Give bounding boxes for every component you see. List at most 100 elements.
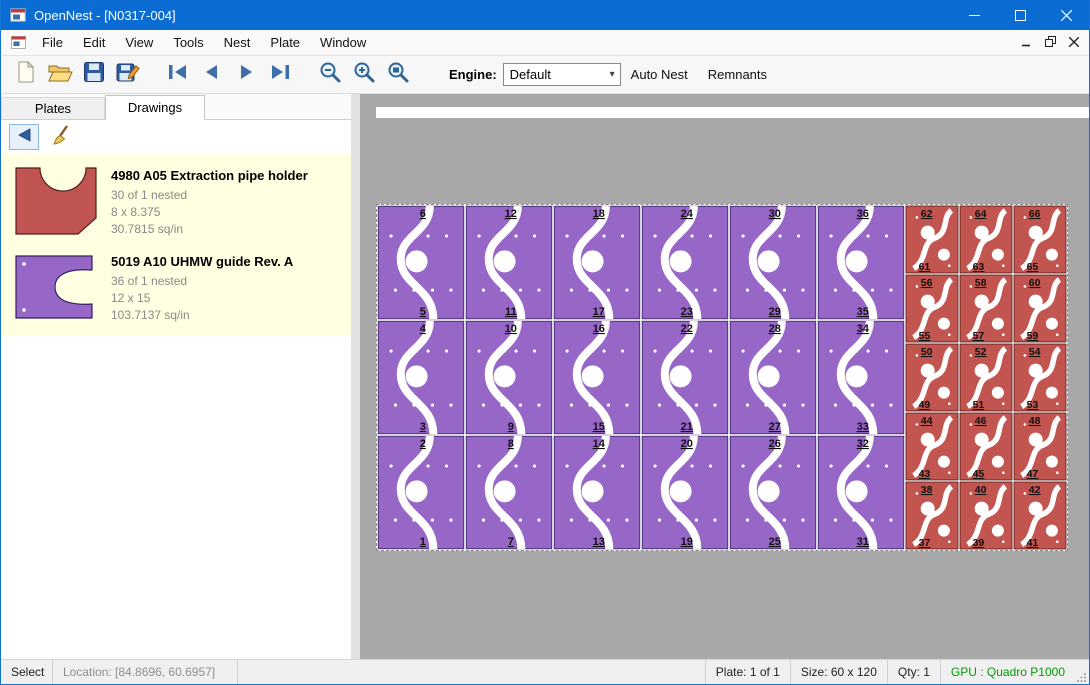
menu-tools[interactable]: Tools — [163, 31, 213, 54]
zoom-fit-button[interactable] — [381, 59, 415, 91]
nested-part-pair-red[interactable]: 4847 — [1014, 413, 1066, 480]
nested-part-pair-purple[interactable]: 2221 — [642, 321, 728, 434]
nested-part-pair-red[interactable]: 62 61 — [906, 206, 958, 273]
menu-plate[interactable]: Plate — [260, 31, 310, 54]
resize-grip[interactable] — [1075, 660, 1089, 684]
nested-part-pair-purple[interactable]: 2423 — [642, 206, 728, 319]
nested-part-pair-purple[interactable]: 21 — [378, 436, 464, 549]
menu-file[interactable]: File — [32, 31, 73, 54]
nested-part-pair-purple[interactable]: 3433 — [818, 321, 904, 434]
nested-part-pair-purple[interactable]: 65 — [378, 206, 464, 319]
part-number: 7 — [508, 536, 514, 548]
nested-part-pair-red[interactable]: 3837 — [906, 482, 958, 549]
nested-part-pair-purple[interactable]: 1817 — [554, 206, 640, 319]
nested-part-pair-red[interactable]: 5251 — [960, 344, 1012, 411]
part-number: 57 — [973, 330, 985, 342]
part-number: 30 — [769, 208, 781, 220]
part-number: 31 — [857, 536, 869, 548]
part-number: 48 — [1029, 415, 1041, 427]
nested-part-pair-purple[interactable]: 43 — [378, 321, 464, 434]
new-button[interactable] — [9, 59, 43, 91]
part-number: 24 — [681, 208, 694, 220]
nested-part-pair-purple[interactable]: 3029 — [730, 206, 816, 319]
nested-part-pair-purple[interactable]: 87 — [466, 436, 552, 549]
plate[interactable]: 6512111817242330293635431091615222128273… — [376, 204, 1068, 551]
open-button[interactable] — [43, 59, 77, 91]
part-number: 41 — [1027, 537, 1039, 549]
nested-part-pair-purple[interactable]: 3635 — [818, 206, 904, 319]
mdi-close-button[interactable] — [1069, 34, 1079, 52]
drawing-list-item[interactable]: 5019 A10 UHMW guide Rev. A 36 of 1 neste… — [1, 244, 351, 330]
tab-plates[interactable]: Plates — [1, 97, 105, 119]
drawing-list-item[interactable]: 4980 A05 Extraction pipe holder 30 of 1 … — [1, 158, 351, 244]
zoom-in-button[interactable] — [347, 59, 381, 91]
drawings-toolbar — [1, 120, 351, 154]
save-button[interactable] — [77, 59, 111, 91]
close-button[interactable] — [1043, 0, 1089, 30]
nav-last-button[interactable] — [263, 59, 297, 91]
nested-part-pair-red[interactable]: 4241 — [1014, 482, 1066, 549]
title-bar: OpenNest - [N0317-004] — [1, 0, 1089, 30]
nested-part-pair-red[interactable]: 4443 — [906, 413, 958, 480]
nested-part-pair-red[interactable]: 5453 — [1014, 344, 1066, 411]
clean-button[interactable] — [47, 124, 77, 150]
panel-tabstrip: Plates Drawings — [1, 94, 351, 120]
menu-view[interactable]: View — [115, 31, 163, 54]
chevron-down-icon[interactable]: ▾ — [610, 69, 620, 80]
blue-arrow-left-icon — [14, 126, 34, 149]
nested-part-pair-purple[interactable]: 109 — [466, 321, 552, 434]
nested-part-pair-red[interactable]: 5049 — [906, 344, 958, 411]
nested-part-pair-red[interactable]: 6665 — [1014, 206, 1066, 273]
part-number: 6 — [420, 208, 426, 220]
mdi-minimize-button[interactable] — [1022, 34, 1032, 52]
nested-part-pair-purple[interactable]: 1615 — [554, 321, 640, 434]
nav-first-button[interactable] — [161, 59, 195, 91]
reload-drawings-button[interactable] — [9, 124, 39, 150]
nested-part-pair-purple[interactable]: 1413 — [554, 436, 640, 549]
nested-part-pair-purple[interactable]: 2827 — [730, 321, 816, 434]
zoom-out-button[interactable] — [313, 59, 347, 91]
nested-part-pair-purple[interactable]: 1211 — [466, 206, 552, 319]
nested-part-pair-purple[interactable]: 2019 — [642, 436, 728, 549]
part-number: 56 — [921, 277, 933, 289]
nest-canvas[interactable]: 6512111817242330293635431091615222128273… — [360, 94, 1089, 659]
mdi-restore-button[interactable] — [1045, 34, 1056, 52]
nested-part-pair-red[interactable]: 4039 — [960, 482, 1012, 549]
part-number: 61 — [919, 261, 931, 273]
nested-part-pair-purple[interactable]: 2625 — [730, 436, 816, 549]
part-number: 62 — [921, 208, 933, 220]
arrow-left-icon — [200, 63, 224, 86]
tab-drawings[interactable]: Drawings — [105, 95, 205, 120]
remnants-button[interactable]: Remnants — [698, 60, 777, 89]
status-plate: Plate: 1 of 1 — [705, 660, 790, 684]
minimize-button[interactable] — [951, 0, 997, 30]
menu-bar: File Edit View Tools Nest Plate Window — [1, 30, 1089, 56]
nav-prev-button[interactable] — [195, 59, 229, 91]
part-number: 60 — [1029, 277, 1041, 289]
part-number: 12 — [505, 208, 517, 220]
mdi-child-icon[interactable] — [11, 36, 26, 49]
part-number: 49 — [919, 399, 931, 411]
menu-nest[interactable]: Nest — [214, 31, 261, 54]
part-number: 27 — [769, 421, 781, 433]
auto-nest-button[interactable]: Auto Nest — [621, 60, 698, 89]
nested-part-pair-red[interactable]: 6059 — [1014, 275, 1066, 342]
nested-part-pair-red[interactable]: 5655 — [906, 275, 958, 342]
save-as-button[interactable] — [111, 59, 145, 91]
part-number: 22 — [681, 323, 693, 335]
part-number: 17 — [593, 306, 605, 318]
drawing-size: 12 x 15 — [111, 290, 293, 307]
nested-part-pair-purple[interactable]: 3231 — [818, 436, 904, 549]
menu-edit[interactable]: Edit — [73, 31, 115, 54]
maximize-button[interactable] — [997, 0, 1043, 30]
engine-select[interactable]: Default ▾ — [503, 63, 621, 86]
panel-splitter[interactable] — [351, 94, 360, 659]
nested-part-pair-red[interactable]: 5857 — [960, 275, 1012, 342]
part-number: 13 — [593, 536, 605, 548]
nav-next-button[interactable] — [229, 59, 263, 91]
nested-part-pair-red[interactable]: 6463 — [960, 206, 1012, 273]
part-number: 1 — [420, 536, 426, 548]
menu-window[interactable]: Window — [310, 31, 376, 54]
zoom-out-icon — [318, 60, 342, 89]
nested-part-pair-red[interactable]: 4645 — [960, 413, 1012, 480]
